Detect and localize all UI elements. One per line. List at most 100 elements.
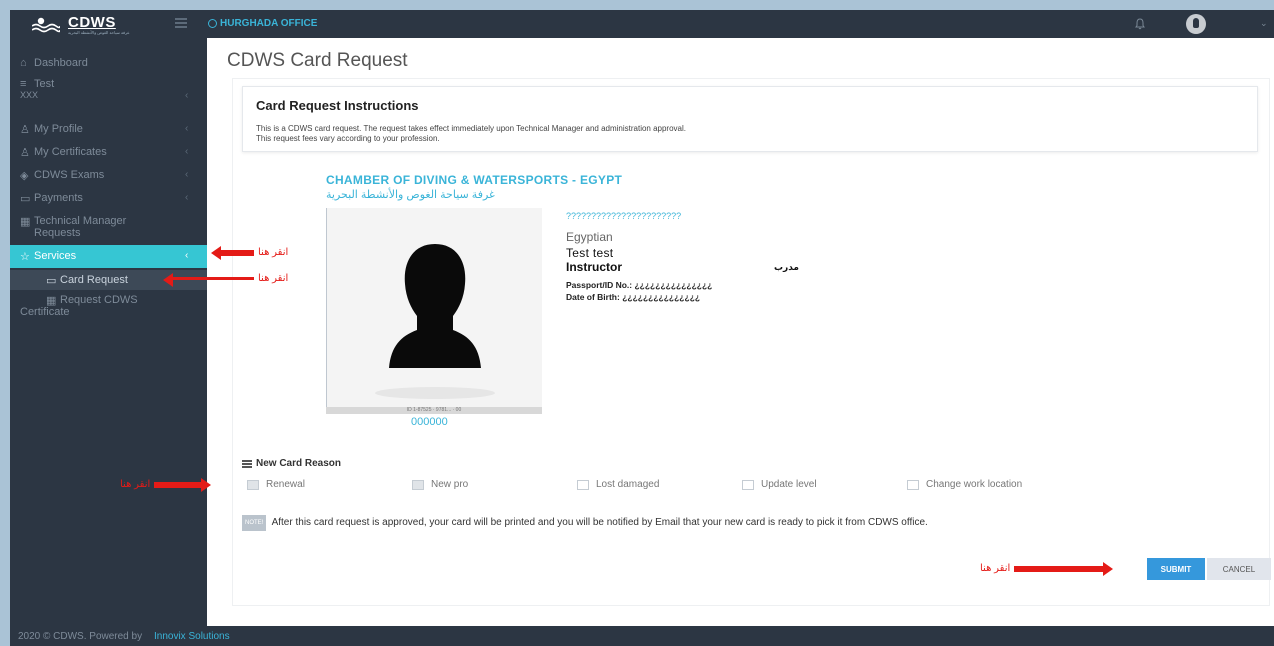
reason-title-label: New Card Reason	[256, 458, 342, 469]
page-title: CDWS Card Request	[227, 50, 408, 71]
checkbox-label: Lost damaged	[596, 479, 660, 490]
app-window: CDWS غرفة سياحة الغوص والأنشطة البحرية H…	[10, 10, 1274, 646]
card-holder-name: Test test	[566, 246, 614, 260]
note-text: After this card request is approved, you…	[271, 517, 928, 528]
sidebar-item-label: Dashboard	[34, 57, 88, 69]
home-icon: ⌂	[20, 57, 27, 69]
checkbox-label: New pro	[431, 479, 469, 490]
sidebar-item-label: Technical Manager Requests	[34, 215, 127, 239]
chevron-left-icon: ‹	[185, 146, 189, 157]
top-bar: CDWS غرفة سياحة الغوص والأنشطة البحرية H…	[10, 10, 1274, 38]
card-dob: Date of Birth: ¿¿¿¿¿¿¿¿¿¿¿¿¿¿¿	[566, 292, 701, 302]
instructions-line-2: This request fees vary according to your…	[256, 134, 440, 143]
annotation-renewal: انقر هنا	[120, 477, 212, 492]
list-icon: ≡	[20, 78, 27, 90]
chevron-left-icon: ‹	[185, 250, 189, 261]
wave-logo-icon	[32, 17, 60, 33]
note-badge: NOTE!	[242, 515, 267, 531]
card-profession: Instructor	[566, 260, 623, 274]
arrow-right-icon	[1014, 561, 1114, 576]
profile-photo	[326, 208, 542, 414]
arrow-left-icon	[163, 273, 254, 287]
card-icon: ▭	[46, 275, 57, 287]
sidebar-item-services[interactable]: ☆ Services ‹	[10, 245, 207, 268]
user-avatar[interactable]	[1186, 14, 1206, 34]
checkbox-label: Update level	[761, 479, 817, 490]
folder-icon: ▭	[20, 193, 31, 205]
approval-note: NOTE! After this card request is approve…	[242, 515, 1022, 531]
checkbox-label: Renewal	[266, 479, 305, 490]
sidebar-item-label: My Certificates	[34, 146, 107, 158]
arrow-right-icon	[154, 477, 212, 492]
card-nationality: Egyptian	[566, 230, 613, 244]
cdws-logo[interactable]: CDWS غرفة سياحة الغوص والأنشطة البحرية	[24, 12, 164, 36]
checkbox[interactable]	[907, 479, 919, 490]
star-icon: ☆	[20, 251, 30, 263]
office-selector[interactable]: HURGHADA OFFICE	[208, 18, 317, 29]
card-number: 000000	[411, 416, 448, 428]
annotation-label: انقر هنا	[258, 247, 289, 258]
sidebar-subitem-label: Card Request	[60, 274, 128, 286]
sidebar-item-sublabel: XXX	[20, 90, 39, 100]
instructions-heading: Card Request Instructions	[256, 98, 419, 113]
sidebar-item-label: CDWS Exams	[34, 169, 105, 181]
list-icon	[242, 459, 252, 468]
annotation-label: انقر هنا	[980, 563, 1011, 574]
card-profession-arabic: مدرب	[774, 262, 799, 272]
checkbox[interactable]	[742, 479, 754, 490]
sidebar-item-label: Services	[34, 250, 77, 262]
submit-button[interactable]: SUBMIT	[1147, 558, 1205, 580]
annotation-label: انقر هنا	[120, 479, 151, 490]
checkbox[interactable]	[247, 479, 259, 490]
reason-lost-damaged[interactable]: Lost damaged	[577, 479, 659, 490]
chevron-down-icon[interactable]: ⌄	[1260, 18, 1268, 29]
checkbox[interactable]	[412, 479, 424, 490]
footer-text: 2020 © CDWS. Powered by	[18, 631, 143, 642]
sidebar-subitem-label: Request CDWS Certificate	[20, 294, 138, 318]
reason-new-pro[interactable]: New pro	[412, 479, 468, 490]
card-passport: Passport/ID No.: ¿¿¿¿¿¿¿¿¿¿¿¿¿¿¿	[566, 280, 713, 290]
card-title-arabic: غرفة سياحة الغوص والأنشطة البحرية	[326, 189, 495, 201]
graduation-icon: ◈	[20, 170, 29, 182]
users-icon: ♙	[20, 147, 30, 159]
sidebar-item-test[interactable]: ≡ Test XXX ‹	[10, 78, 207, 108]
checkbox[interactable]	[577, 479, 589, 490]
silhouette-icon	[375, 244, 495, 399]
menu-icon[interactable]	[175, 18, 187, 28]
logo-subtext: غرفة سياحة الغوص والأنشطة البحرية	[68, 30, 130, 35]
grid-icon: ▦	[20, 216, 31, 228]
annotation-card-request: انقر هنا	[162, 273, 289, 287]
chevron-left-icon: ‹	[185, 123, 189, 134]
annotation-label: انقر هنا	[258, 273, 289, 284]
chevron-left-icon: ‹	[185, 192, 189, 203]
instructions-box: Card Request Instructions This is a CDWS…	[242, 86, 1258, 152]
sidebar: ⌂ Dashboard ≡ Test XXX ‹ ♙ My Profile ‹ …	[10, 38, 207, 626]
footer: 2020 © CDWS. Powered by Innovix Solution…	[10, 626, 1274, 646]
annotation-submit: انقر هنا	[980, 561, 1114, 576]
card-qmarks: ???????????????????????	[566, 211, 682, 221]
sidebar-item-label: Payments	[34, 192, 83, 204]
card-title: CHAMBER OF DIVING & WATERSPORTS - EGYPT	[326, 173, 623, 187]
office-label: HURGHADA OFFICE	[220, 18, 318, 29]
checkbox-label: Change work location	[926, 479, 1023, 490]
reason-update-level[interactable]: Update level	[742, 479, 817, 490]
reason-renewal[interactable]: Renewal	[247, 479, 305, 490]
sidebar-item-technical-manager-requests[interactable]: ▦ Technical Manager Requests	[10, 215, 207, 241]
arrow-left-icon	[211, 245, 254, 260]
cancel-button[interactable]: CANCEL	[1207, 558, 1271, 580]
bell-icon[interactable]	[1134, 18, 1146, 30]
reason-change-work-location[interactable]: Change work location	[907, 479, 1022, 490]
sidebar-subitem-request-certificate[interactable]: ▦ Request CDWS Certificate	[10, 294, 207, 320]
chevron-left-icon: ‹	[185, 90, 189, 101]
photo-id-strip: ID 1-87525 · 9781... · 00	[326, 407, 542, 414]
new-card-reason-title: New Card Reason	[242, 458, 341, 469]
footer-link[interactable]: Innovix Solutions	[154, 631, 230, 642]
instructions-line-1: This is a CDWS card request. The request…	[256, 124, 686, 133]
annotation-services: انقر هنا	[210, 245, 289, 260]
globe-icon	[208, 19, 217, 28]
logo-text: CDWS	[68, 14, 116, 31]
sidebar-item-label: My Profile	[34, 123, 83, 135]
chevron-left-icon: ‹	[185, 169, 189, 180]
user-icon: ♙	[20, 124, 30, 136]
sidebar-item-label: Test	[34, 78, 55, 90]
